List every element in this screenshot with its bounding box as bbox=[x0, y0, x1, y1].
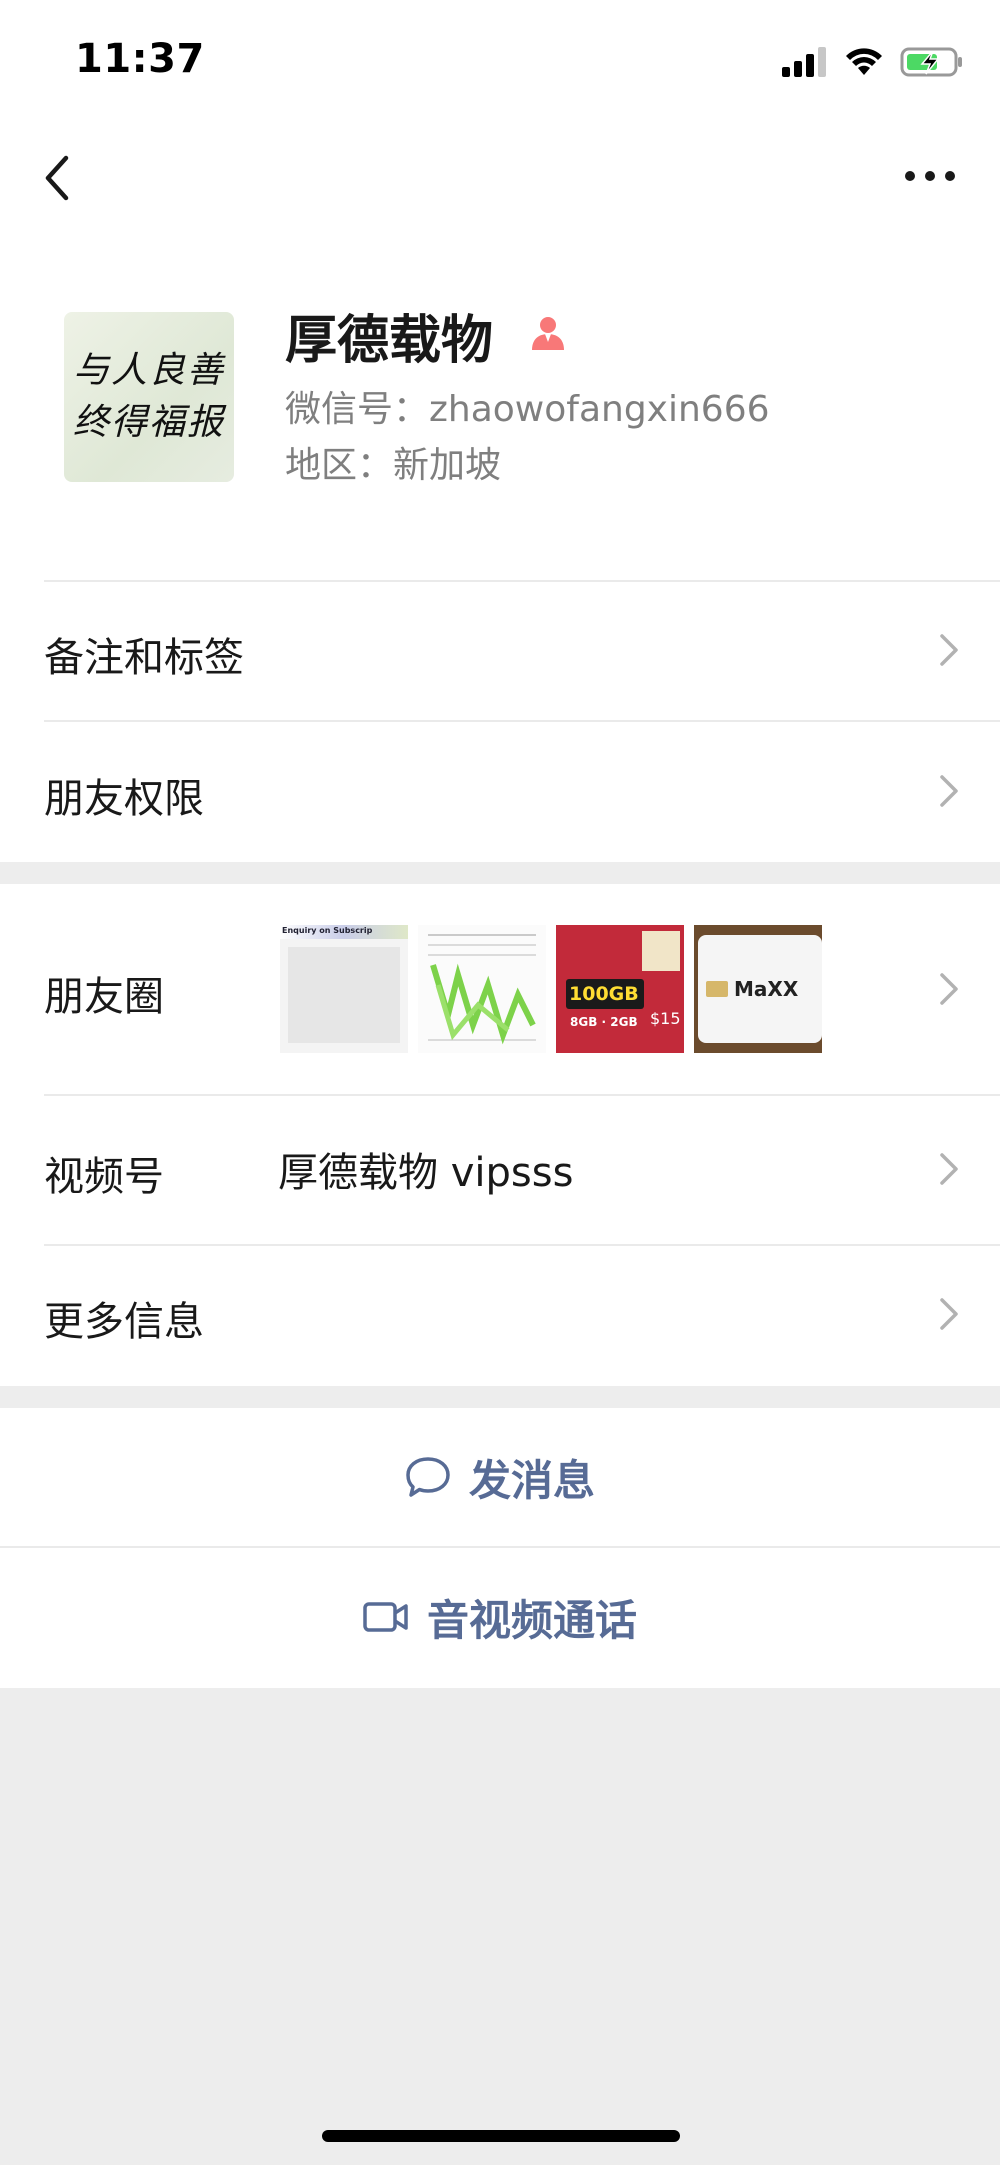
row-moments-label: 朋友圈 bbox=[44, 974, 164, 1020]
thumb-3-text: 100GB bbox=[569, 983, 639, 1005]
wechat-id: 微信号：zhaowofangxin666 bbox=[285, 389, 770, 430]
moments-thumb-4[interactable]: MaXX bbox=[694, 925, 822, 1053]
moments-thumb-1[interactable]: Enquiry on Subscrip bbox=[280, 925, 408, 1053]
thumb-3-sub: 8GB · 2GB bbox=[570, 1015, 638, 1029]
battery-charging-icon bbox=[900, 47, 962, 77]
video-call-button[interactable]: 音视频通话 bbox=[0, 1546, 1000, 1688]
avatar[interactable]: 与人良善 终得福报 bbox=[64, 312, 234, 482]
row-notes-tags-label: 备注和标签 bbox=[44, 635, 244, 681]
chevron-right-icon bbox=[940, 775, 958, 807]
moments-thumb-2[interactable] bbox=[418, 925, 546, 1053]
row-channels-label: 视频号 bbox=[44, 1154, 164, 1200]
row-notes-tags[interactable]: 备注和标签 bbox=[0, 580, 1000, 720]
wifi-icon bbox=[846, 48, 882, 75]
chat-bubble-icon bbox=[406, 1457, 450, 1497]
region: 地区：新加坡 bbox=[285, 445, 502, 486]
row-friend-permissions-label: 朋友权限 bbox=[44, 776, 204, 822]
thumb-4-sim-chip bbox=[706, 981, 728, 997]
divider bbox=[44, 720, 1000, 722]
row-more-info[interactable]: 更多信息 bbox=[0, 1244, 1000, 1386]
signal-icon bbox=[782, 47, 826, 77]
divider bbox=[44, 1094, 1000, 1096]
home-indicator[interactable] bbox=[322, 2130, 680, 2142]
avatar-line-1: 与人良善 bbox=[72, 350, 225, 391]
row-channels-value: 厚德载物 vipsss bbox=[278, 1150, 574, 1196]
thumb-3-card bbox=[642, 931, 680, 971]
divider bbox=[44, 580, 1000, 582]
video-camera-icon bbox=[363, 1602, 408, 1632]
row-channels[interactable]: 视频号 厚德载物 vipsss bbox=[0, 1094, 1000, 1244]
avatar-line-2: 终得福报 bbox=[72, 402, 225, 443]
divider bbox=[44, 1244, 1000, 1246]
person-icon bbox=[532, 317, 564, 350]
video-call-label: 音视频通话 bbox=[426, 1595, 637, 1645]
send-message-button[interactable]: 发消息 bbox=[0, 1408, 1000, 1546]
row-friend-permissions[interactable]: 朋友权限 bbox=[0, 720, 1000, 862]
divider bbox=[0, 1546, 1000, 1548]
moments-thumbnails[interactable]: Enquiry on Subscrip 100GB 8GB · 2GB $15 … bbox=[280, 925, 822, 1053]
status-icons bbox=[782, 44, 964, 80]
back-icon[interactable] bbox=[38, 150, 78, 206]
chevron-right-icon bbox=[940, 1298, 958, 1330]
thumb-1-form bbox=[288, 947, 400, 1043]
thumb-4-text: MaXX bbox=[734, 977, 799, 1001]
chevron-right-icon bbox=[940, 1153, 958, 1185]
thumb-2-drawing bbox=[428, 934, 536, 1045]
contact-name: 厚德载物 bbox=[285, 311, 494, 371]
nav-bar bbox=[0, 120, 1000, 230]
status-time: 11:37 bbox=[75, 36, 205, 82]
row-more-info-label: 更多信息 bbox=[44, 1299, 204, 1345]
chevron-right-icon bbox=[940, 973, 958, 1005]
moments-thumb-3[interactable]: 100GB 8GB · 2GB $15 bbox=[556, 925, 684, 1053]
profile-header: 与人良善 终得福报 厚德载物 微信号：zhaowofangxin666 地区：新… bbox=[0, 230, 1000, 580]
status-bar: 11:37 bbox=[0, 0, 1000, 120]
more-icon[interactable] bbox=[900, 156, 960, 196]
thumb-1-title: Enquiry on Subscrip bbox=[282, 926, 373, 935]
avatar-calligraphy: 与人良善 终得福报 bbox=[64, 312, 234, 482]
send-message-label: 发消息 bbox=[468, 1455, 595, 1505]
chevron-right-icon bbox=[940, 634, 958, 666]
thumb-3-price: $15 bbox=[650, 1009, 681, 1028]
